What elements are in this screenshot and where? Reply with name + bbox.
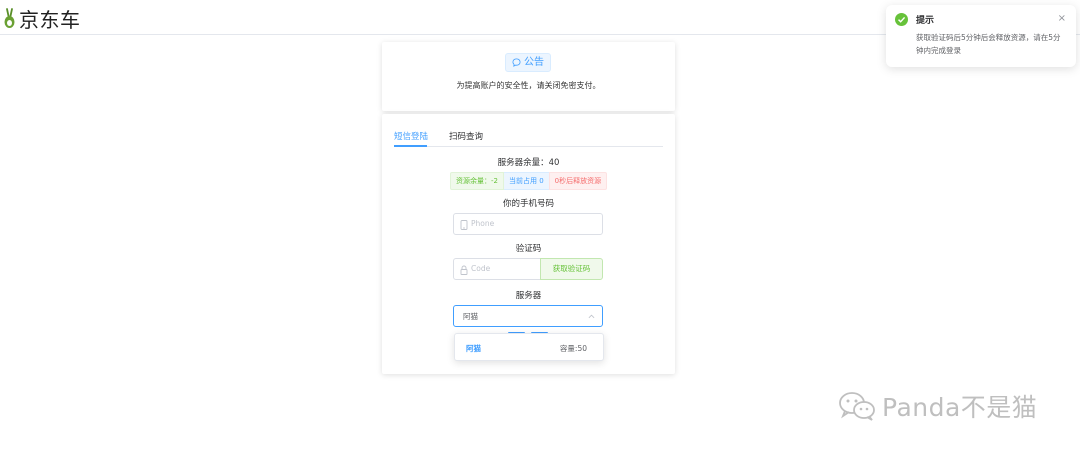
rabbit-logo-icon	[4, 7, 15, 28]
server-dropdown: 阿猫 容量:50	[454, 333, 604, 361]
resources-left-tag: 资源余量：-2	[450, 172, 504, 190]
dropdown-option[interactable]: 阿猫 容量:50	[455, 334, 603, 360]
code-placeholder: Code	[471, 264, 491, 273]
notice-card: 公告 为提高账户的安全性，请关闭免密支付。	[382, 42, 675, 111]
phone-placeholder: Phone	[471, 219, 495, 228]
server-label: 服务器	[515, 291, 542, 301]
notice-tag-label: 公告	[524, 57, 544, 68]
option-name: 阿猫	[466, 344, 481, 353]
status-tags: 资源余量：-2 当前占用 0 0秒后释放资源	[450, 172, 608, 190]
mobile-phone-icon	[460, 220, 468, 230]
code-label: 验证码	[515, 244, 542, 254]
current-usage-tag: 当前占用 0	[503, 172, 549, 190]
toast-message: 获取验证码后5分钟后会释放资源，请在5分钟内完成登录	[916, 33, 1061, 55]
get-code-button[interactable]: 获取验证码	[540, 258, 603, 280]
notice-tag: 公告	[505, 53, 551, 72]
logo-text: 京东车	[19, 8, 81, 32]
tab-sms-login[interactable]: 短信登陆	[394, 130, 428, 142]
notice-text: 为提高账户的安全性，请关闭免密支付。	[456, 81, 601, 90]
active-tab-indicator	[394, 145, 427, 147]
lock-icon	[460, 265, 468, 275]
release-timer-tag: 0秒后释放资源	[548, 172, 608, 190]
success-check-icon	[895, 13, 908, 26]
option-capacity: 容量:50	[559, 344, 587, 353]
server-select-value: 阿猫	[463, 312, 478, 321]
wechat-icon	[839, 392, 875, 421]
code-field[interactable]: Code	[453, 258, 541, 280]
login-tabs: 短信登陆 扫码查询	[394, 128, 663, 147]
phone-label: 你的手机号码	[502, 199, 554, 209]
chevron-up-icon	[588, 314, 595, 319]
server-select[interactable]: 阿猫	[453, 305, 603, 327]
watermark-text: Panda不是猫	[882, 393, 1038, 422]
server-remaining-label: 服务器余量：40	[497, 158, 560, 168]
tab-scan-query[interactable]: 扫码查询	[449, 130, 483, 142]
app-logo[interactable]: 京东车	[2, 4, 81, 33]
close-icon[interactable]: ×	[1058, 13, 1066, 24]
message-icon	[512, 58, 521, 67]
phone-field[interactable]: Phone	[453, 213, 603, 235]
notification-toast: 提示 × 获取验证码后5分钟后会释放资源，请在5分钟内完成登录	[886, 5, 1076, 67]
watermark: Panda不是猫	[838, 388, 1037, 424]
toast-title: 提示	[916, 16, 935, 26]
